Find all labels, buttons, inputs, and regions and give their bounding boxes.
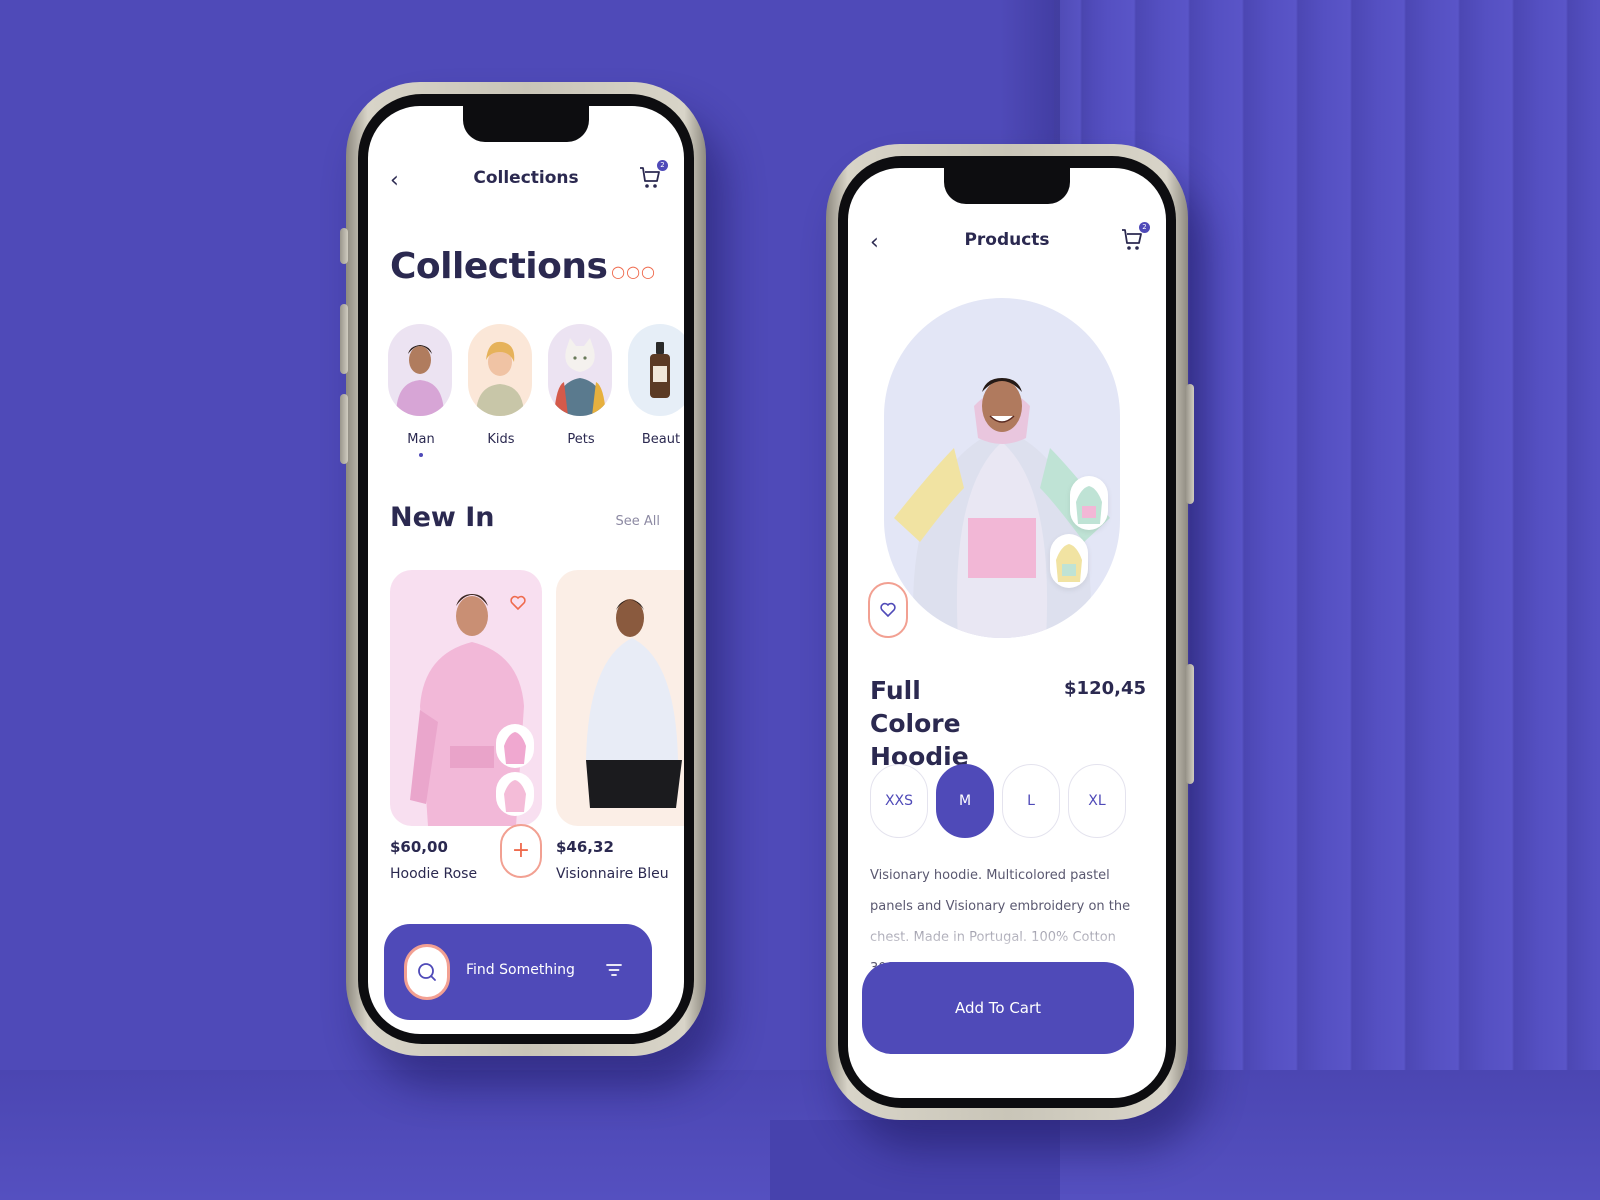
selected-indicator	[419, 453, 423, 457]
category-label: Man	[407, 432, 435, 447]
phone-side-button	[340, 304, 348, 374]
favorite-button[interactable]	[868, 582, 908, 638]
category-item-man[interactable]: Man	[388, 324, 454, 457]
product-price: $120,45	[1064, 678, 1146, 699]
category-item-pets[interactable]: Pets	[548, 324, 614, 447]
size-option-m[interactable]: M	[936, 764, 994, 838]
avatar	[548, 324, 612, 416]
search-bar[interactable]: Find Something	[384, 924, 652, 1020]
color-swatches	[496, 724, 534, 820]
product-name: Visionnaire Bleu	[556, 866, 669, 882]
phone-side-button	[340, 228, 348, 264]
description-fade	[848, 908, 1166, 958]
color-swatch[interactable]	[1050, 534, 1088, 588]
size-option-l[interactable]: L	[1002, 764, 1060, 838]
see-all-link[interactable]: See All	[616, 514, 661, 529]
category-label: Kids	[487, 432, 515, 447]
product-image	[586, 599, 682, 808]
avatar	[468, 324, 532, 416]
size-option-xxs[interactable]: XXS	[870, 764, 928, 838]
phone-side-button	[340, 394, 348, 464]
category-item-beauty[interactable]: Beaut	[628, 324, 684, 447]
top-bar-title: Products	[964, 230, 1050, 250]
top-bar: ‹ Collections 2	[368, 160, 684, 202]
page-title: Collections	[390, 246, 608, 287]
product-price: $60,00	[390, 838, 448, 856]
more-dots-icon[interactable]: ○○○	[611, 262, 656, 281]
size-selector: XXS M L XL	[870, 764, 1126, 840]
product-screen: ‹ Products 2 Full Colore Hoodie $120,45 …	[848, 168, 1166, 1098]
phone-side-button	[1186, 664, 1194, 784]
product-price: $46,32	[556, 838, 614, 856]
product-name: Hoodie Rose	[390, 866, 478, 882]
phone-notch	[944, 168, 1070, 204]
top-bar-title: Collections	[473, 168, 579, 188]
phone-collections: ‹ Collections 2 Collections ○○○ Man Kids…	[340, 82, 706, 1056]
heart-icon	[880, 602, 896, 618]
product-card-visionnaire-bleu[interactable]	[556, 570, 684, 826]
heart-icon[interactable]	[508, 592, 528, 612]
cart-badge: 2	[657, 160, 668, 171]
search-icon[interactable]	[404, 944, 450, 1000]
collections-screen: ‹ Collections 2 Collections ○○○ Man Kids…	[368, 106, 684, 1034]
avatar	[388, 324, 452, 416]
phone-product: ‹ Products 2 Full Colore Hoodie $120,45 …	[826, 144, 1194, 1120]
phone-notch	[463, 106, 589, 142]
phone-side-button	[1186, 384, 1194, 504]
filter-icon[interactable]	[606, 962, 622, 976]
color-swatch[interactable]	[496, 724, 534, 768]
search-placeholder: Find Something	[466, 962, 575, 978]
category-item-kids[interactable]: Kids	[468, 324, 534, 447]
section-title-new-in: New In	[390, 502, 495, 533]
top-bar: ‹ Products 2	[848, 222, 1166, 264]
add-button[interactable]: +	[500, 824, 542, 878]
product-card-hoodie-rose[interactable]	[390, 570, 542, 826]
category-list: Man Kids Pets Beaut	[388, 324, 684, 464]
product-title: Full Colore Hoodie	[870, 676, 969, 771]
cart-icon[interactable]: 2	[638, 160, 668, 192]
color-swatch[interactable]	[496, 772, 534, 816]
add-to-cart-button[interactable]: Add To Cart	[862, 962, 1134, 1054]
category-label: Pets	[567, 432, 595, 447]
avatar	[628, 324, 684, 416]
size-option-xl[interactable]: XL	[1068, 764, 1126, 838]
cart-badge: 2	[1139, 222, 1150, 233]
background-step	[770, 1120, 1060, 1200]
color-swatch[interactable]	[1070, 476, 1108, 530]
product-hero-image	[884, 298, 1120, 638]
category-label: Beaut	[641, 432, 681, 447]
cart-icon[interactable]: 2	[1120, 222, 1150, 254]
